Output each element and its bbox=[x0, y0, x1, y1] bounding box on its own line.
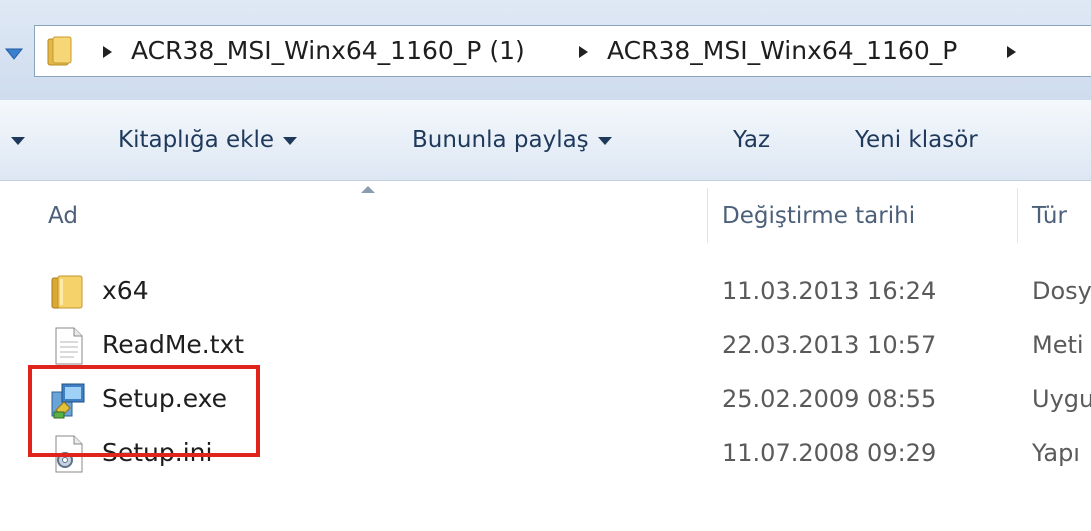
column-header-name[interactable]: Ad bbox=[48, 185, 78, 247]
text-file-icon bbox=[48, 326, 88, 366]
file-type: Meti bbox=[1032, 331, 1084, 359]
file-date: 11.07.2008 09:29 bbox=[722, 439, 937, 467]
back-dropdown-icon[interactable] bbox=[0, 34, 34, 74]
breadcrumb-separator-icon[interactable] bbox=[579, 46, 588, 58]
file-date: 11.03.2013 16:24 bbox=[722, 277, 937, 305]
address-bar[interactable]: ACR38_MSI_Winx64_1160_P (1) ACR38_MSI_Wi… bbox=[34, 25, 1091, 77]
file-date: 22.03.2013 10:57 bbox=[722, 331, 937, 359]
file-type: Uygu bbox=[1032, 385, 1091, 413]
add-to-library-button[interactable]: Kitaplığa ekle bbox=[118, 100, 297, 180]
share-with-button[interactable]: Bununla paylaş bbox=[412, 100, 612, 180]
chevron-down-icon bbox=[282, 136, 297, 145]
file-name: x64 bbox=[102, 276, 149, 305]
file-name: Setup.ini bbox=[102, 438, 213, 467]
share-with-label: Bununla paylaş bbox=[412, 127, 589, 153]
add-to-library-label: Kitaplığa ekle bbox=[118, 127, 274, 153]
file-name: ReadMe.txt bbox=[102, 330, 245, 359]
address-bar-area: ACR38_MSI_Winx64_1160_P (1) ACR38_MSI_Wi… bbox=[0, 0, 1091, 100]
file-type: Dosy bbox=[1032, 277, 1091, 305]
file-row-x64[interactable]: x64 11.03.2013 16:24 Dosy bbox=[0, 264, 1091, 318]
column-divider[interactable] bbox=[707, 188, 708, 243]
chevron-down-icon bbox=[11, 136, 25, 145]
file-date: 25.02.2009 08:55 bbox=[722, 385, 937, 413]
chevron-down-icon bbox=[597, 136, 612, 145]
sort-ascending-icon bbox=[361, 186, 375, 193]
folder-icon bbox=[48, 272, 88, 312]
breadcrumb-item[interactable]: ACR38_MSI_Winx64_1160_P bbox=[607, 26, 957, 76]
breadcrumb-item[interactable]: ACR38_MSI_Winx64_1160_P (1) bbox=[131, 26, 525, 76]
file-row-setup-ini[interactable]: Setup.ini 11.07.2008 09:29 Yapı bbox=[0, 426, 1091, 480]
organize-dropdown[interactable] bbox=[2, 100, 25, 180]
ini-file-icon bbox=[48, 434, 88, 474]
setup-exe-icon bbox=[48, 380, 88, 420]
folder-icon bbox=[47, 36, 73, 70]
breadcrumb-separator-icon[interactable] bbox=[103, 46, 112, 58]
file-row-setup-exe[interactable]: Setup.exe 25.02.2009 08:55 Uygu bbox=[0, 372, 1091, 426]
file-name: Setup.exe bbox=[102, 384, 228, 413]
file-row-readme[interactable]: ReadMe.txt 22.03.2013 10:57 Meti bbox=[0, 318, 1091, 372]
burn-label: Yaz bbox=[733, 127, 771, 153]
new-folder-label: Yeni klasör bbox=[855, 127, 978, 153]
breadcrumb-separator-icon[interactable] bbox=[1007, 46, 1016, 58]
file-type: Yapı bbox=[1032, 439, 1080, 467]
column-divider[interactable] bbox=[1017, 188, 1018, 243]
column-header-type[interactable]: Tür bbox=[1032, 185, 1067, 247]
burn-button[interactable]: Yaz bbox=[733, 100, 770, 180]
new-folder-button[interactable]: Yeni klasör bbox=[855, 100, 978, 180]
command-toolbar: Kitaplığa ekle Bununla paylaş Yaz Yeni k… bbox=[0, 100, 1091, 181]
column-header-date-modified[interactable]: Değiştirme tarihi bbox=[722, 185, 915, 247]
